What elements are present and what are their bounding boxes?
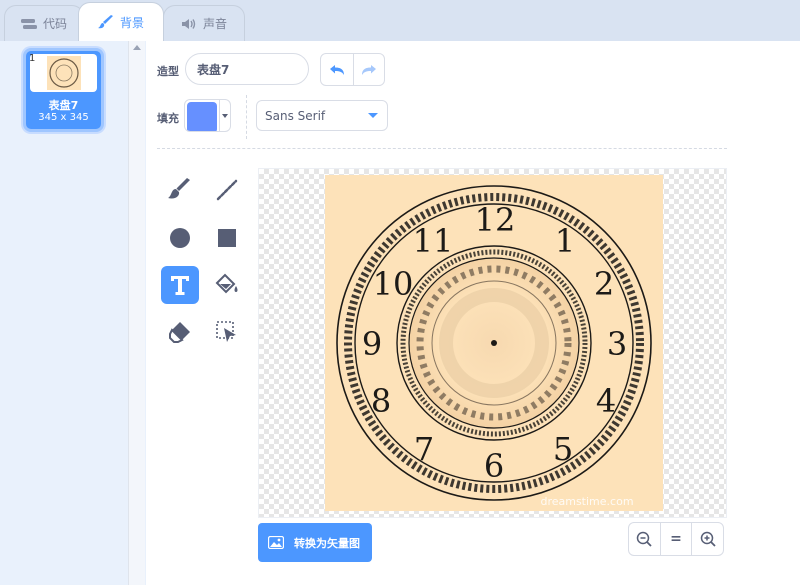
zoom-controls: =: [628, 522, 724, 556]
redo-icon: [361, 64, 376, 75]
tab-sounds-label: 声音: [202, 17, 227, 31]
reshape-tool[interactable]: [208, 313, 246, 351]
circle-tool[interactable]: [161, 219, 199, 257]
tab-code-label: 代码: [42, 17, 67, 31]
undo-button[interactable]: [321, 54, 353, 85]
numeral-2: 2: [594, 265, 614, 303]
fill-icon: [215, 273, 238, 294]
brush-icon: [97, 15, 113, 29]
costume-index: 1: [29, 53, 36, 64]
costume-tile[interactable]: 1 表盘7 345 x 345: [23, 48, 104, 132]
font-dropdown-value: Sans Serif: [265, 108, 326, 123]
costume-thumbnail: [30, 54, 97, 92]
fill-color-swatch: [187, 102, 217, 131]
zoom-out-button[interactable]: [629, 523, 660, 555]
numeral-11: 11: [413, 222, 454, 260]
tab-sounds[interactable]: 声音: [163, 5, 245, 41]
line-tool[interactable]: [208, 171, 246, 209]
line-icon: [216, 179, 238, 201]
redo-button[interactable]: [352, 54, 385, 85]
undo-redo-group: [320, 53, 385, 86]
chevron-down-icon: [368, 113, 378, 118]
numeral-5: 5: [553, 430, 573, 468]
image-icon: [268, 536, 284, 549]
scroll-up-arrow-icon[interactable]: [133, 45, 141, 50]
zoom-in-button[interactable]: [691, 523, 723, 555]
eraser-tool[interactable]: [161, 313, 199, 351]
costume-name: 表盘7: [48, 99, 79, 112]
numeral-9: 9: [362, 325, 382, 363]
toolbar-divider: [246, 95, 247, 139]
numeral-10: 10: [373, 265, 414, 303]
clock-face-image: 12 1 2 3 4 5 6 7 8 9 10 11 dreamstime.co…: [325, 175, 663, 511]
convert-to-vector-button[interactable]: 转换为矢量图: [258, 523, 372, 562]
numeral-12: 12: [475, 201, 516, 239]
zoom-out-icon: [637, 531, 652, 547]
select-icon: [216, 321, 236, 342]
costume-size: 345 x 345: [38, 112, 89, 123]
font-dropdown[interactable]: Sans Serif: [256, 100, 388, 131]
brush-tool[interactable]: [161, 171, 199, 209]
fill-color-picker[interactable]: [184, 99, 231, 132]
paint-editor: 造型 表盘7 填充 Sans Serif 12 1 2 3 4 5 6 7 8 …: [146, 41, 800, 585]
convert-to-vector-label: 转换为矢量图: [294, 536, 360, 550]
numeral-6: 6: [484, 447, 504, 485]
numeral-4: 4: [596, 382, 616, 420]
costume-name-input[interactable]: 表盘7: [185, 53, 309, 85]
fill-label: 填充: [157, 112, 179, 125]
text-icon: [171, 276, 189, 295]
editor-tab-bar: 代码 背景 声音: [0, 0, 800, 41]
undo-icon: [329, 64, 344, 75]
eraser-icon: [169, 322, 190, 343]
watermark-text: dreamstime.com: [540, 495, 633, 508]
numeral-3: 3: [607, 325, 627, 363]
zoom-in-icon: [700, 531, 716, 547]
numeral-7: 7: [414, 430, 434, 468]
costume-name-label: 造型: [157, 65, 179, 78]
circle-icon: [170, 228, 190, 248]
caret-down-icon: [219, 100, 230, 131]
zoom-reset-button[interactable]: =: [659, 523, 692, 555]
code-blocks-icon: [20, 18, 37, 29]
numeral-8: 8: [371, 382, 391, 420]
brush-icon: [168, 178, 190, 199]
tab-backdrops-label: 背景: [119, 15, 144, 30]
numeral-1: 1: [555, 222, 575, 260]
rectangle-icon: [218, 229, 236, 247]
text-tool[interactable]: [161, 266, 199, 304]
clock-face-drawing: 12 1 2 3 4 5 6 7 8 9 10 11 dreamstime.co…: [325, 175, 663, 511]
costume-list-scrollbar[interactable]: [128, 41, 145, 585]
speaker-icon: [181, 18, 196, 29]
section-divider: [157, 148, 727, 149]
tab-code[interactable]: 代码: [4, 5, 84, 41]
costume-list: 1 表盘7 345 x 345: [0, 41, 145, 585]
fill-tool[interactable]: [208, 266, 246, 304]
rectangle-tool[interactable]: [208, 219, 246, 257]
tab-backdrops[interactable]: 背景: [78, 2, 164, 41]
